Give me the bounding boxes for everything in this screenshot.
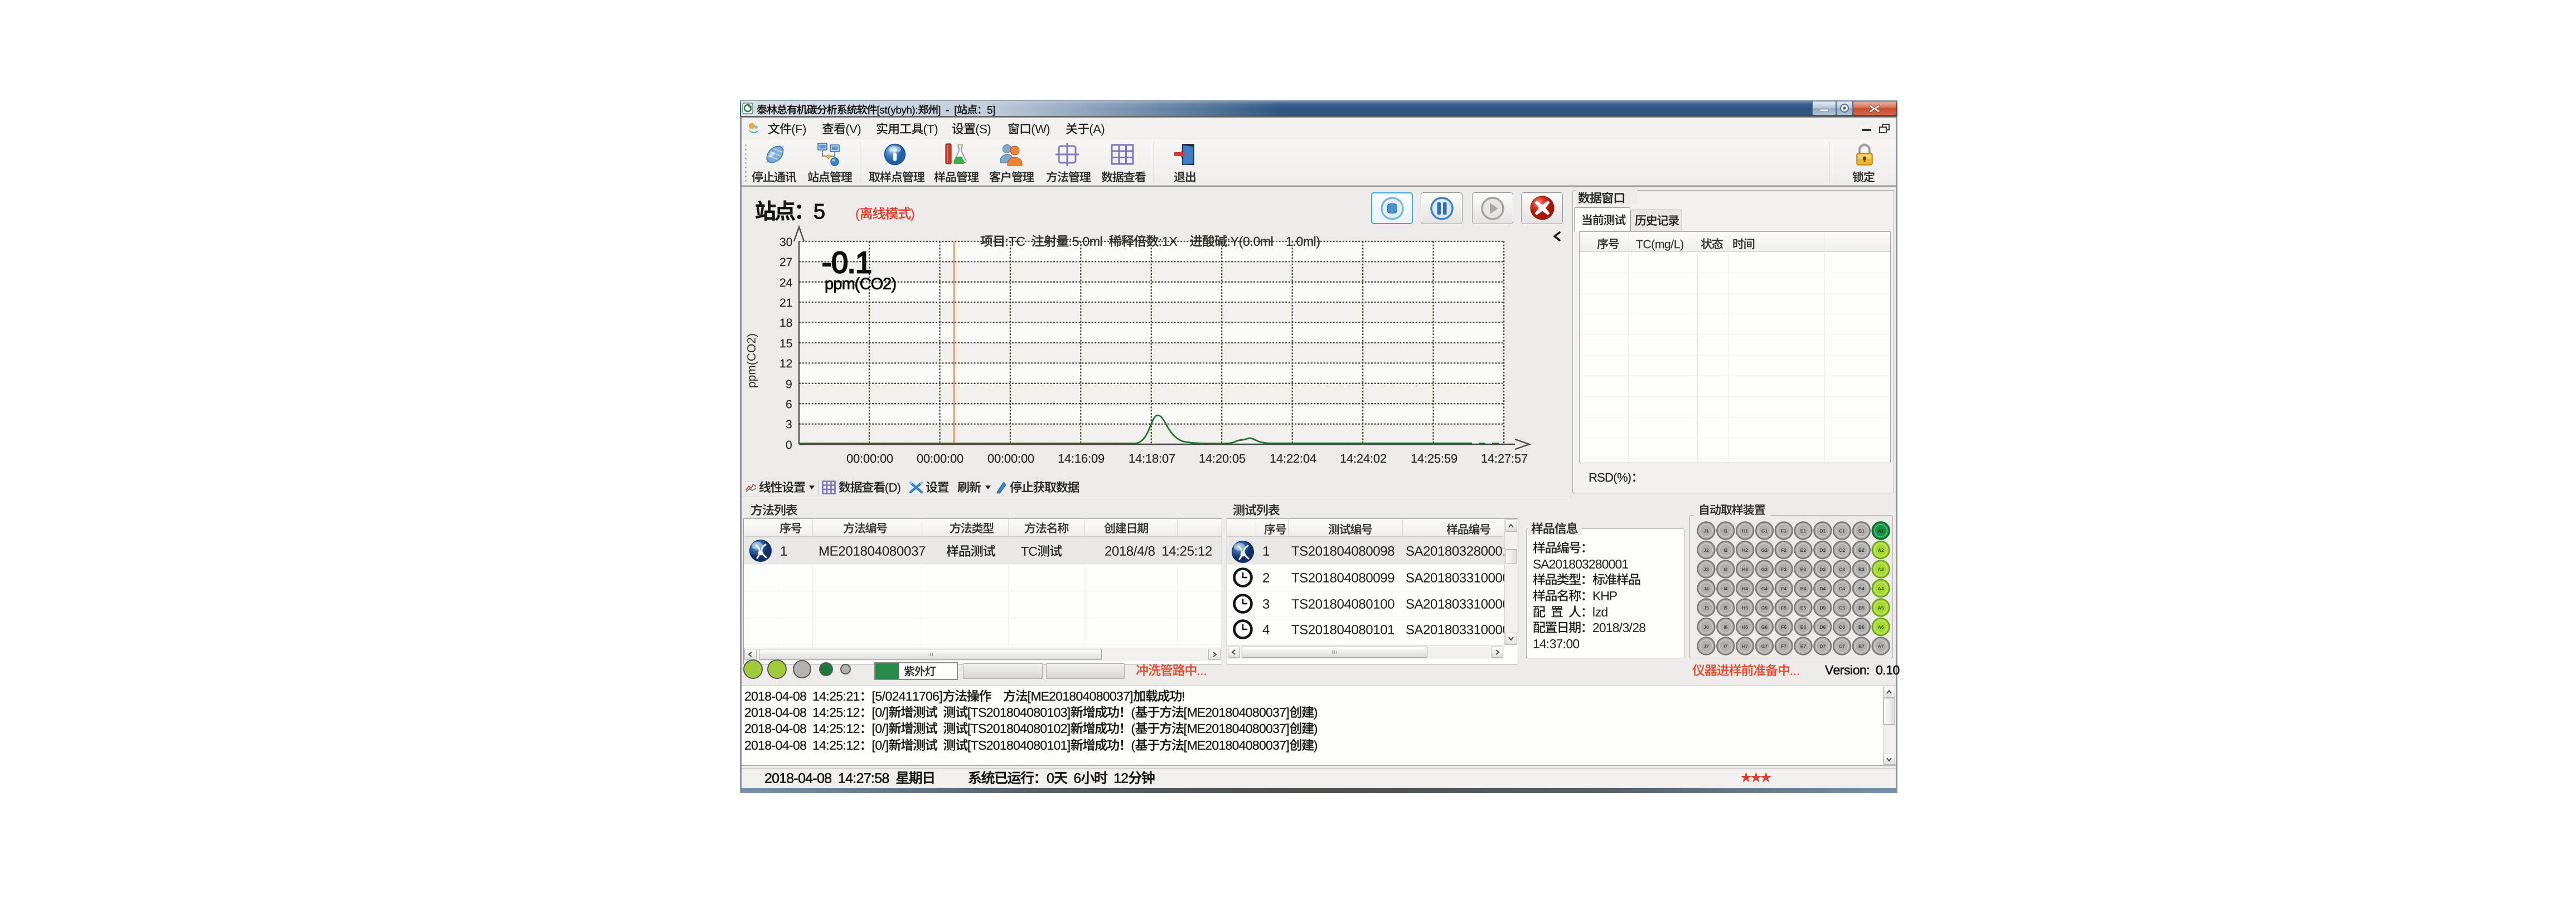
- svg-text:C4: C4: [1839, 586, 1845, 591]
- svg-text:I3: I3: [1723, 567, 1727, 572]
- svg-text:H1: H1: [1742, 528, 1748, 534]
- svg-text:B4: B4: [1858, 586, 1865, 591]
- svg-text:D6: D6: [1819, 624, 1826, 630]
- svg-text:E5: E5: [1800, 605, 1807, 611]
- svg-text:A2: A2: [1878, 547, 1884, 553]
- svg-text:E3: E3: [1800, 567, 1807, 572]
- svg-text:G1: G1: [1761, 528, 1768, 534]
- svg-text:J2: J2: [1703, 547, 1709, 553]
- svg-text:F4: F4: [1781, 586, 1786, 591]
- svg-text:H5: H5: [1742, 605, 1748, 611]
- svg-text:D3: D3: [1819, 567, 1826, 572]
- svg-text:C2: C2: [1839, 547, 1845, 553]
- svg-text:G4: G4: [1761, 586, 1768, 591]
- svg-text:B1: B1: [1858, 528, 1865, 534]
- svg-text:D7: D7: [1819, 644, 1826, 649]
- svg-text:D5: D5: [1819, 605, 1826, 611]
- svg-text:B2: B2: [1858, 547, 1865, 553]
- svg-text:I5: I5: [1723, 605, 1727, 611]
- svg-text:C1: C1: [1839, 528, 1845, 534]
- svg-text:D4: D4: [1819, 586, 1826, 591]
- svg-text:I6: I6: [1723, 624, 1727, 630]
- svg-text:D1: D1: [1819, 528, 1826, 534]
- svg-text:C3: C3: [1839, 567, 1845, 572]
- svg-text:I2: I2: [1723, 547, 1727, 553]
- svg-text:F6: F6: [1781, 624, 1786, 630]
- svg-text:G5: G5: [1761, 605, 1768, 611]
- svg-text:F5: F5: [1781, 605, 1786, 611]
- svg-text:E4: E4: [1800, 586, 1807, 591]
- svg-text:E6: E6: [1800, 624, 1807, 630]
- svg-text:F7: F7: [1781, 644, 1786, 649]
- svg-text:G6: G6: [1761, 624, 1768, 630]
- svg-text:A5: A5: [1878, 605, 1884, 611]
- svg-text:G7: G7: [1761, 644, 1768, 649]
- svg-text:J5: J5: [1703, 605, 1709, 611]
- svg-text:A1: A1: [1878, 528, 1884, 534]
- svg-text:I1: I1: [1723, 528, 1727, 534]
- svg-text:H2: H2: [1742, 547, 1748, 553]
- svg-text:J4: J4: [1703, 586, 1709, 591]
- svg-text:C5: C5: [1839, 605, 1845, 611]
- svg-text:B7: B7: [1858, 644, 1865, 649]
- svg-text:I4: I4: [1723, 586, 1727, 591]
- svg-text:B6: B6: [1858, 624, 1865, 630]
- svg-text:A4: A4: [1878, 586, 1884, 591]
- svg-text:F2: F2: [1781, 547, 1786, 553]
- svg-text:G3: G3: [1761, 567, 1768, 572]
- svg-text:B3: B3: [1858, 567, 1865, 572]
- svg-text:B5: B5: [1858, 605, 1865, 611]
- svg-text:I7: I7: [1723, 644, 1727, 649]
- svg-text:D2: D2: [1819, 547, 1826, 553]
- svg-text:H7: H7: [1742, 644, 1748, 649]
- svg-text:E2: E2: [1800, 547, 1807, 553]
- svg-text:C6: C6: [1839, 624, 1845, 630]
- svg-text:A3: A3: [1878, 567, 1884, 572]
- svg-text:F3: F3: [1781, 567, 1786, 572]
- svg-text:J7: J7: [1703, 644, 1709, 649]
- svg-text:E7: E7: [1800, 644, 1807, 649]
- svg-text:F1: F1: [1781, 528, 1786, 534]
- svg-text:E1: E1: [1800, 528, 1807, 534]
- svg-text:H6: H6: [1742, 624, 1748, 630]
- svg-text:C7: C7: [1839, 644, 1845, 649]
- svg-text:J6: J6: [1703, 624, 1709, 630]
- svg-text:H4: H4: [1742, 586, 1748, 591]
- svg-text:J3: J3: [1703, 567, 1709, 572]
- svg-text:A7: A7: [1878, 644, 1884, 649]
- svg-text:H3: H3: [1742, 567, 1748, 572]
- svg-text:G2: G2: [1761, 547, 1768, 553]
- svg-text:A6: A6: [1878, 624, 1884, 630]
- svg-text:J1: J1: [1703, 528, 1709, 534]
